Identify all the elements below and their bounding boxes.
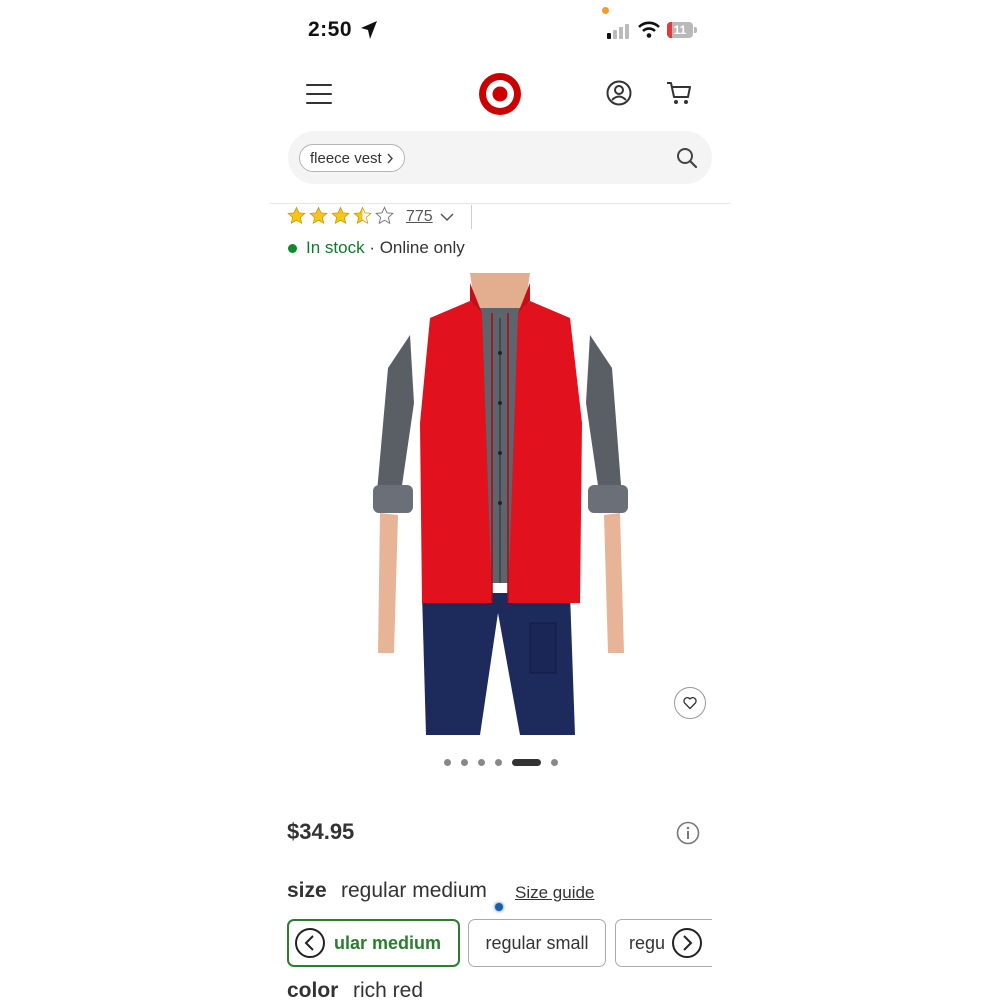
selected-size: regular medium (341, 879, 487, 902)
star-rating (287, 206, 394, 225)
carousel-dot[interactable] (551, 759, 558, 766)
size-option-regular-small[interactable]: regular small (468, 919, 606, 967)
chevron-down-icon[interactable] (440, 211, 454, 223)
size-option-label: regu (629, 932, 666, 953)
touch-indicator (495, 903, 503, 911)
chevron-left-icon (304, 935, 314, 951)
privacy-indicator-dot (602, 7, 609, 14)
star-half-icon (353, 206, 372, 225)
phone-screen: 2:50 11 fleece vest 775 In stock · Onlin… (270, 0, 730, 1000)
scroll-right-button[interactable] (672, 928, 702, 958)
search-chip-label: fleece vest (310, 149, 382, 167)
search-query-chip[interactable]: fleece vest (299, 144, 405, 172)
product-price: $34.95 (287, 819, 355, 844)
cart-icon[interactable] (666, 80, 692, 106)
carousel-dot[interactable] (478, 759, 485, 766)
availability-detail: · Online only (364, 238, 465, 257)
battery-icon: 11 (667, 22, 697, 38)
chevron-right-icon (683, 935, 693, 951)
star-icon (287, 206, 306, 225)
carousel-dot[interactable] (444, 759, 451, 766)
selected-color: rich red (353, 979, 424, 1000)
stock-status-dot (288, 244, 297, 253)
chevron-right-icon (387, 153, 393, 163)
status-time: 2:50 (308, 18, 353, 41)
location-arrow-icon (361, 21, 377, 39)
size-label: size (287, 879, 327, 902)
size-option-label: regular small (485, 932, 589, 953)
wifi-icon (638, 21, 660, 38)
target-logo[interactable] (478, 72, 522, 116)
heart-icon (683, 697, 697, 710)
star-icon (331, 206, 350, 225)
menu-icon[interactable] (306, 83, 332, 105)
availability-text: In stock · Online only (306, 238, 465, 258)
rating-separator (471, 205, 472, 229)
stock-status: In stock (306, 238, 365, 257)
product-image[interactable] (370, 273, 630, 735)
info-icon[interactable] (676, 821, 700, 845)
account-icon[interactable] (606, 80, 632, 106)
battery-level: 11 (673, 23, 687, 37)
scroll-left-button[interactable] (295, 928, 325, 958)
favorite-button[interactable] (674, 687, 706, 719)
review-count-link[interactable]: 775 (406, 208, 433, 226)
search-icon[interactable] (676, 147, 698, 169)
carousel-dot[interactable] (461, 759, 468, 766)
signal-icon (607, 24, 629, 39)
image-carousel-dots (444, 759, 558, 766)
size-guide-link[interactable]: Size guide (515, 883, 594, 903)
color-label: color (287, 979, 339, 1000)
header-divider (270, 203, 730, 204)
star-empty-icon (375, 206, 394, 225)
size-options-scroller[interactable]: ular medium regular small regu (287, 918, 712, 970)
search-bar[interactable]: fleece vest (288, 131, 712, 184)
size-option-label: ular medium (334, 932, 442, 953)
carousel-dot-active[interactable] (512, 759, 541, 766)
carousel-dot[interactable] (495, 759, 502, 766)
star-icon (309, 206, 328, 225)
